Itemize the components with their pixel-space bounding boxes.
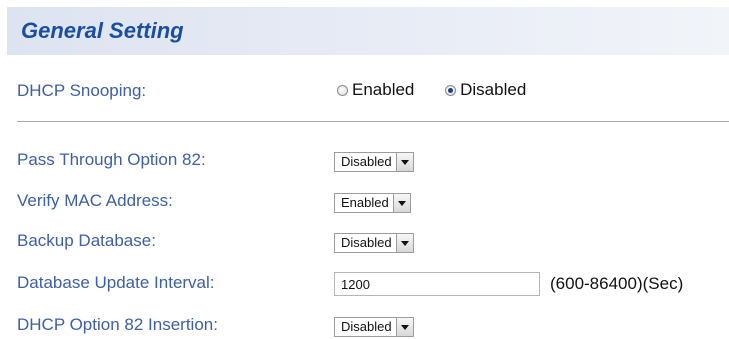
chevron-down-icon[interactable] [395, 153, 413, 171]
option82-insertion-value: Disabled [341, 319, 392, 334]
verify-mac-label: Verify MAC Address: [17, 191, 173, 210]
update-interval-label: Database Update Interval: [17, 273, 215, 292]
option82-insertion-label: DHCP Option 82 Insertion: [17, 315, 218, 334]
enabled-radio-button[interactable] [337, 84, 348, 96]
pass-through-option82-label: Pass Through Option 82: [17, 150, 206, 169]
backup-database-label: Backup Database: [17, 231, 156, 250]
option82-insertion-select[interactable]: Disabled [334, 317, 414, 337]
chevron-down-icon[interactable] [395, 318, 413, 336]
pass-through-option82-value: Disabled [341, 154, 392, 169]
dhcp-snooping-radio-group: Enabled Disabled [337, 80, 552, 101]
update-interval-unit: (600-86400)(Sec) [550, 274, 684, 293]
chevron-down-icon[interactable] [392, 194, 410, 212]
verify-mac-value: Enabled [341, 195, 389, 210]
disabled-radio-label: Disabled [460, 80, 527, 99]
update-interval-input[interactable] [334, 272, 540, 296]
section-divider [17, 121, 729, 122]
section-header: General Setting [7, 7, 729, 55]
verify-mac-select[interactable]: Enabled [334, 193, 411, 213]
chevron-down-icon[interactable] [395, 234, 413, 252]
disabled-radio-button[interactable] [445, 84, 457, 96]
section-title: General Setting [21, 18, 184, 43]
backup-database-value: Disabled [341, 235, 392, 250]
backup-database-select[interactable]: Disabled [334, 233, 414, 253]
enabled-radio-label: Enabled [352, 80, 415, 99]
dhcp-snooping-enabled-option[interactable]: Enabled [337, 80, 414, 100]
pass-through-option82-select[interactable]: Disabled [334, 152, 414, 172]
dhcp-snooping-disabled-option[interactable]: Disabled [445, 80, 526, 100]
dhcp-snooping-label: DHCP Snooping: [17, 81, 147, 100]
